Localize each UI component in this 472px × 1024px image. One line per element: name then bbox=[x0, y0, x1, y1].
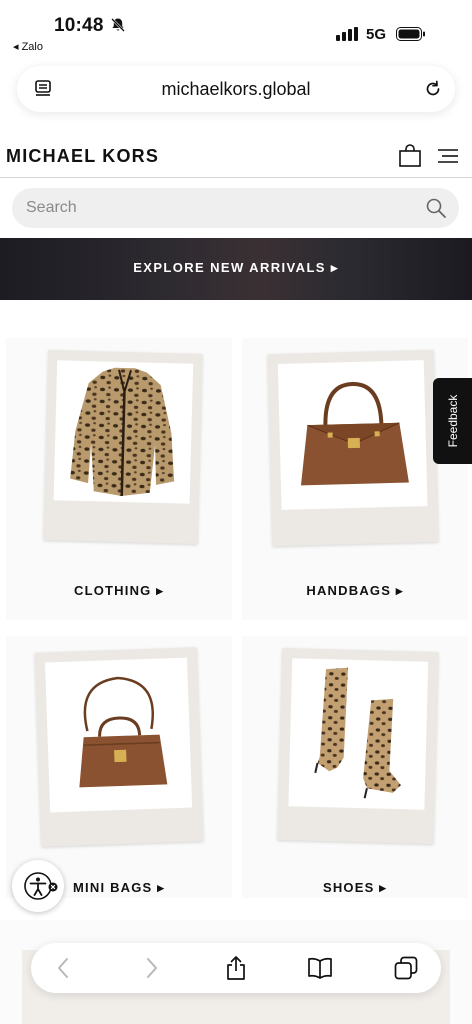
feedback-tab[interactable]: Feedback bbox=[433, 378, 472, 464]
product-photo-frame bbox=[267, 349, 439, 547]
coat-image bbox=[53, 360, 194, 504]
leopard-coat-illustration bbox=[70, 367, 175, 497]
status-time: 10:48 bbox=[54, 15, 104, 36]
product-photo-frame bbox=[277, 647, 439, 845]
book-icon[interactable] bbox=[307, 955, 333, 981]
handbag-image bbox=[277, 360, 428, 510]
chevron-left-icon[interactable] bbox=[51, 955, 77, 981]
bell-slash-icon bbox=[111, 18, 125, 32]
promo-banner[interactable]: EXPLORE NEW ARRIVALS ▸ bbox=[0, 238, 472, 300]
chevron-right-icon[interactable] bbox=[138, 955, 164, 981]
category-label[interactable]: HANDBAGS ▸ bbox=[242, 583, 468, 599]
status-bar: 10:48 ◂ Zalo 5G bbox=[0, 0, 472, 56]
product-photo-frame bbox=[34, 647, 204, 847]
share-icon[interactable] bbox=[223, 955, 249, 981]
tabs-icon[interactable] bbox=[393, 955, 419, 981]
brown-handbag-illustration bbox=[300, 381, 409, 486]
back-to-app-link[interactable]: ◂ Zalo bbox=[13, 40, 43, 53]
search-input[interactable] bbox=[26, 188, 406, 228]
explore-new-arrivals-link[interactable]: EXPLORE NEW ARRIVALS ▸ bbox=[0, 260, 472, 276]
site-header: MICHAEL KORS bbox=[0, 134, 472, 178]
hamburger-menu-icon[interactable] bbox=[437, 146, 459, 166]
reader-mode-icon[interactable] bbox=[33, 79, 53, 99]
category-label[interactable]: SHOES ▸ bbox=[242, 880, 468, 896]
url-text[interactable]: michaelkors.global bbox=[77, 79, 395, 100]
boots-image bbox=[288, 658, 429, 810]
feedback-label: Feedback bbox=[445, 394, 460, 448]
category-label[interactable]: CLOTHING ▸ bbox=[6, 583, 232, 599]
signal-icon bbox=[336, 27, 358, 41]
battery-icon bbox=[396, 27, 425, 41]
mini-bag-image bbox=[45, 657, 193, 813]
search-bar bbox=[12, 188, 459, 228]
network-type: 5G bbox=[366, 26, 387, 43]
brand-logo[interactable]: MICHAEL KORS bbox=[6, 146, 159, 167]
search-icon[interactable] bbox=[425, 197, 447, 219]
accessibility-icon bbox=[24, 872, 58, 900]
category-tile-mini-bags[interactable]: MINI BAGS ▸ bbox=[6, 636, 232, 898]
browser-toolbar bbox=[31, 943, 441, 993]
category-tile-clothing[interactable]: CLOTHING ▸ bbox=[6, 338, 232, 620]
category-tile-shoes[interactable]: SHOES ▸ bbox=[242, 636, 468, 898]
accessibility-button[interactable] bbox=[12, 860, 64, 912]
address-bar[interactable]: michaelkors.global bbox=[17, 66, 455, 112]
shopping-bag-icon[interactable] bbox=[398, 144, 422, 168]
reload-icon[interactable] bbox=[423, 79, 443, 99]
mini-bag-illustration bbox=[79, 676, 168, 788]
product-photo-frame bbox=[43, 350, 203, 544]
leopard-boots-illustration bbox=[314, 667, 401, 799]
